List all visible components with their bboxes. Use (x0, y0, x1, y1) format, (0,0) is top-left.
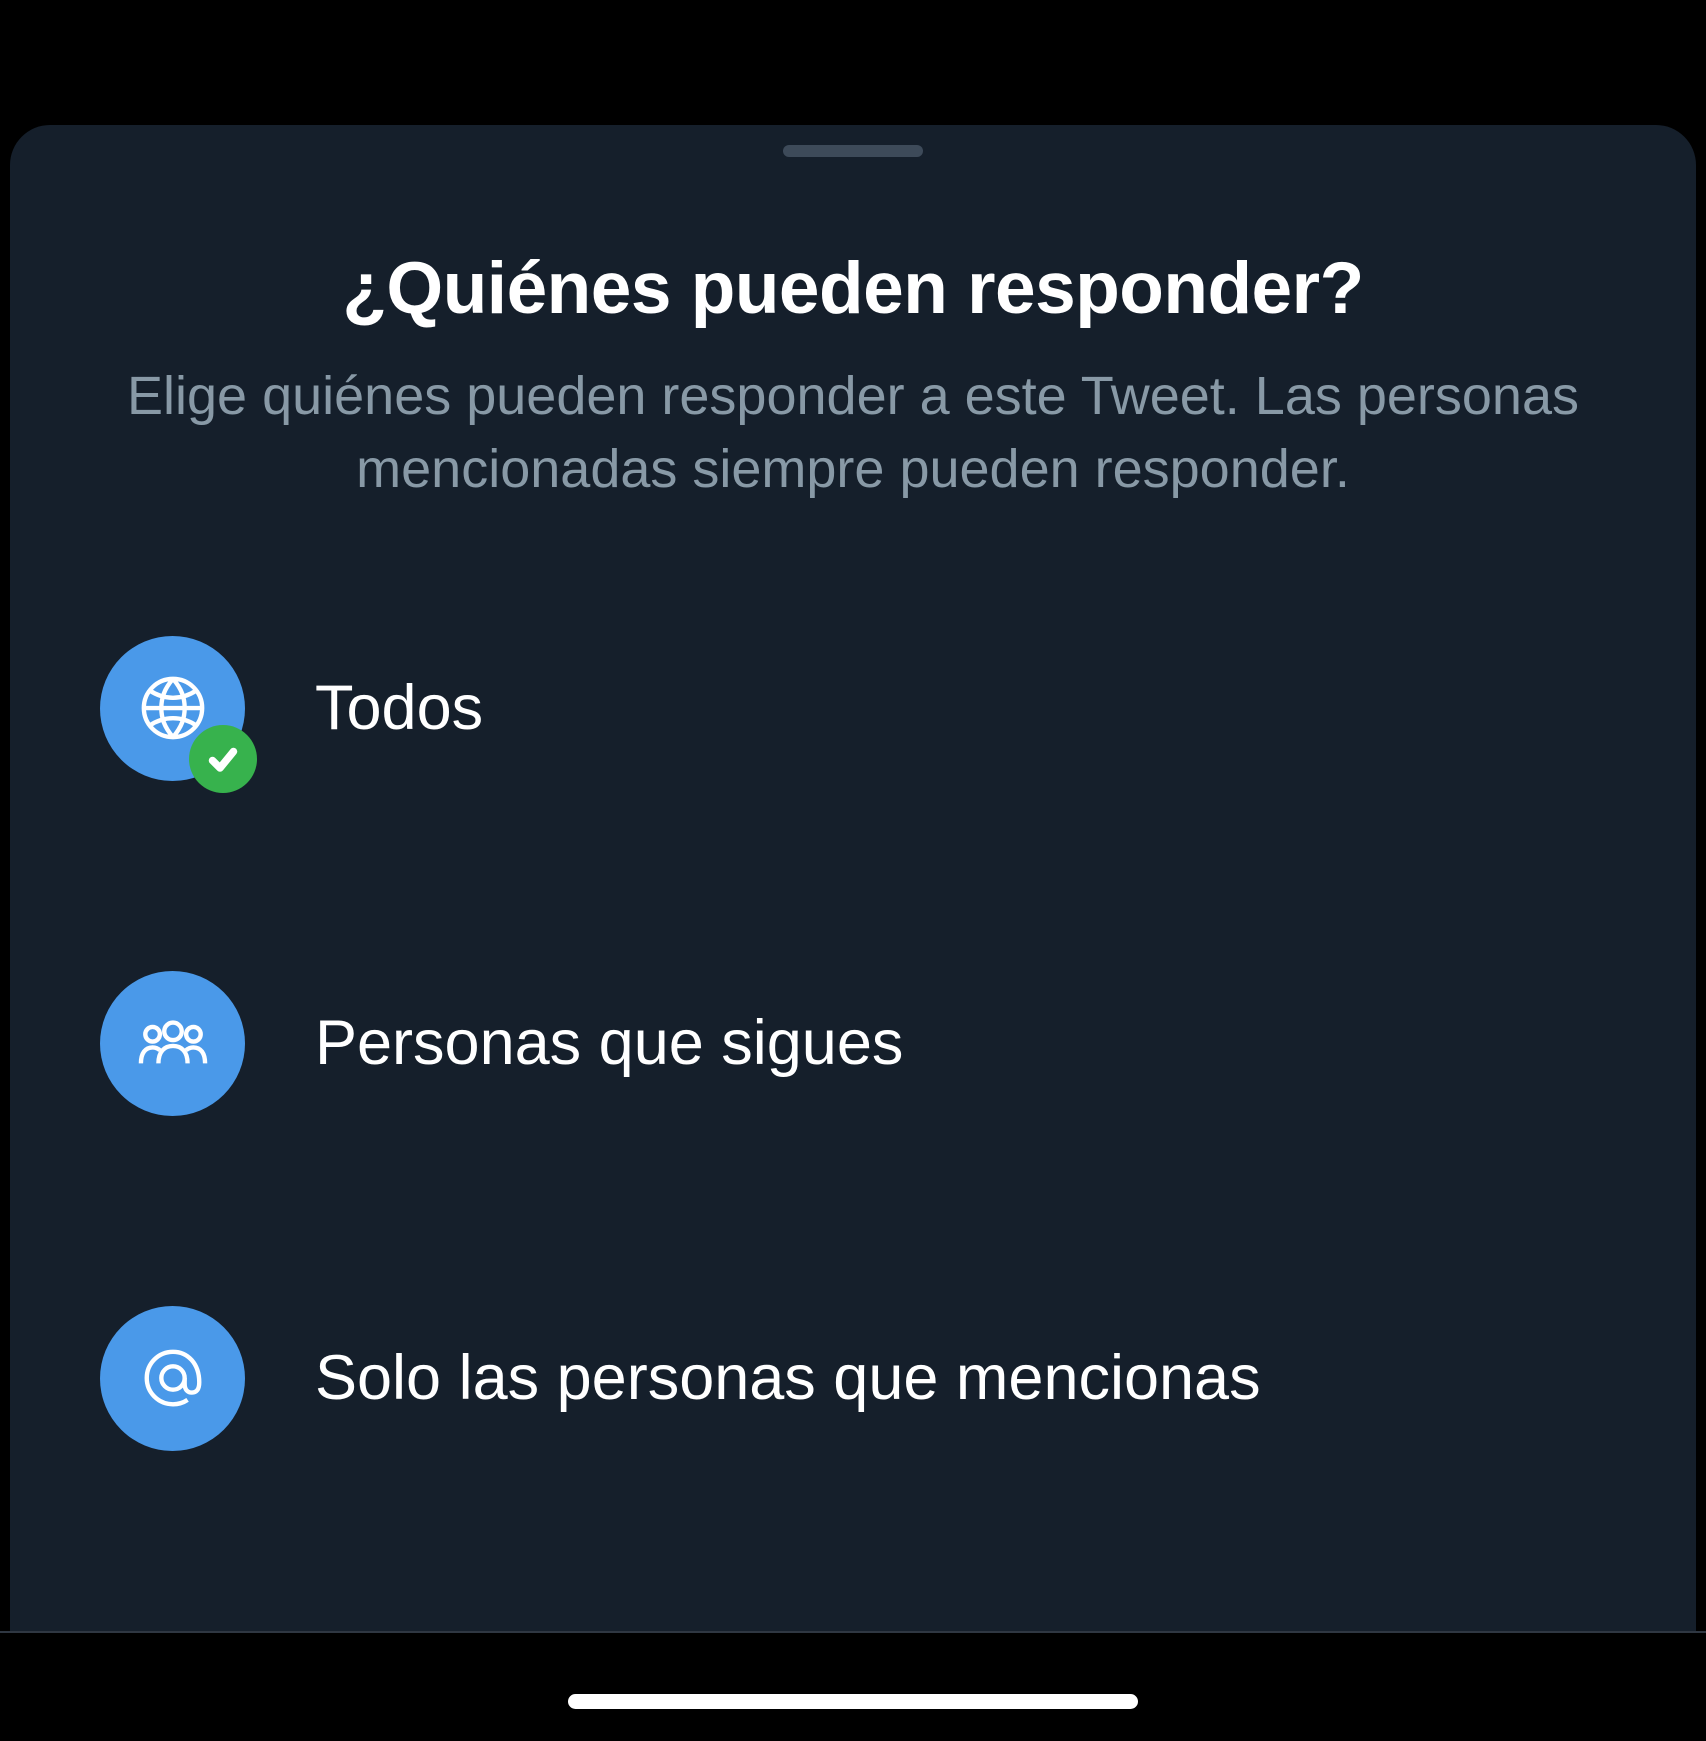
sheet-title: ¿Quiénes pueden responder? (100, 247, 1606, 330)
option-mentioned[interactable]: Solo las personas que mencionas (100, 1306, 1606, 1451)
option-following[interactable]: Personas que sigues (100, 971, 1606, 1116)
sheet-subtitle: Elige quiénes pueden responder a este Tw… (100, 360, 1606, 506)
globe-icon (138, 673, 208, 743)
check-icon (205, 741, 241, 777)
drag-handle[interactable] (783, 145, 923, 157)
sheet-header: ¿Quiénes pueden responder? Elige quiénes… (10, 247, 1696, 506)
option-label: Solo las personas que mencionas (315, 1342, 1261, 1414)
option-label: Personas que sigues (315, 1007, 903, 1079)
people-icon (138, 1008, 208, 1078)
option-label: Todos (315, 672, 483, 744)
at-icon-container (100, 1306, 245, 1451)
at-icon (138, 1343, 208, 1413)
option-everyone[interactable]: Todos (100, 636, 1606, 781)
people-icon-container (100, 971, 245, 1116)
bottom-bar (0, 1631, 1706, 1741)
globe-icon-container (100, 636, 245, 781)
options-list: Todos Personas que sigues (10, 636, 1696, 1451)
home-indicator[interactable] (568, 1694, 1138, 1709)
selected-check-badge (189, 725, 257, 793)
reply-settings-sheet: ¿Quiénes pueden responder? Elige quiénes… (10, 125, 1696, 1631)
